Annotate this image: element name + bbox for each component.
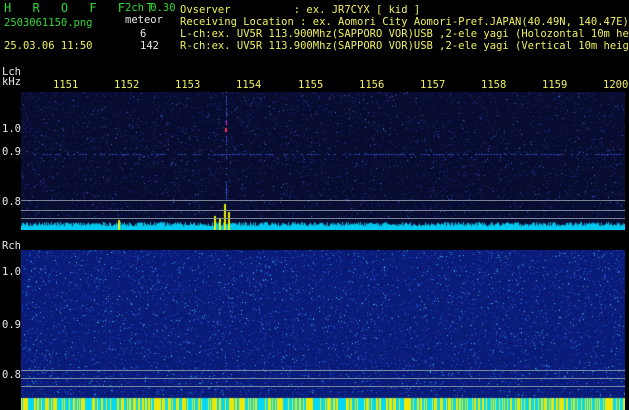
- rch-spectrogram: [21, 250, 625, 410]
- lch-count: 6: [140, 28, 147, 40]
- location-line: Receiving Location : ex. Aomori City Aom…: [180, 16, 629, 28]
- rch-label: Rch: [2, 240, 21, 252]
- time-axis: 1151 1152 1153 1154 1155 1156 1157 1158 …: [21, 79, 629, 91]
- time-tick: 1157: [420, 79, 446, 91]
- lch-unit: kHz: [2, 76, 21, 88]
- time-tick: 1153: [175, 79, 201, 91]
- lch-ytick: 0.9: [2, 146, 21, 158]
- lch-grid-line: [21, 218, 625, 219]
- time-tick: 1155: [298, 79, 324, 91]
- rch-grid-line: [21, 386, 625, 387]
- rch-grid-line: [21, 370, 625, 371]
- lch-grid-line: [21, 210, 625, 211]
- rch-grid-line: [21, 378, 625, 379]
- rch-info-line: R-ch:ex. UV5R 113.900Mhz(SAPPORO VOR)USB…: [180, 40, 629, 52]
- rch-ytick: 0.9: [2, 319, 21, 331]
- filename-label: 2503061150.png: [4, 17, 93, 29]
- time-tick: 1159: [542, 79, 568, 91]
- mode-label: 2ch 0.30: [125, 2, 176, 14]
- lch-ytick: 1.0: [2, 123, 21, 135]
- time-tick: 1154: [236, 79, 262, 91]
- lch-info-line: L-ch:ex. UV5R 113.900Mhz(SAPPORO VOR)USB…: [180, 28, 629, 40]
- rch-count: 142: [140, 40, 159, 52]
- time-tick: 1156: [359, 79, 385, 91]
- time-tick: 1151: [53, 79, 79, 91]
- type-label: meteor: [125, 14, 163, 26]
- rch-ytick: 0.8: [2, 369, 21, 381]
- lch-spectrogram: [21, 92, 625, 230]
- time-tick: 1152: [114, 79, 140, 91]
- observer-line: Ovserver : ex. JR7CYX [ kid ]: [180, 4, 421, 16]
- rch-ytick: 1.0: [2, 266, 21, 278]
- time-tick: 1200: [603, 79, 629, 91]
- time-tick: 1158: [481, 79, 507, 91]
- lch-ytick: 0.8: [2, 196, 21, 208]
- lch-grid-line: [21, 200, 625, 201]
- datetime-label: 25.03.06 11:50: [4, 40, 93, 52]
